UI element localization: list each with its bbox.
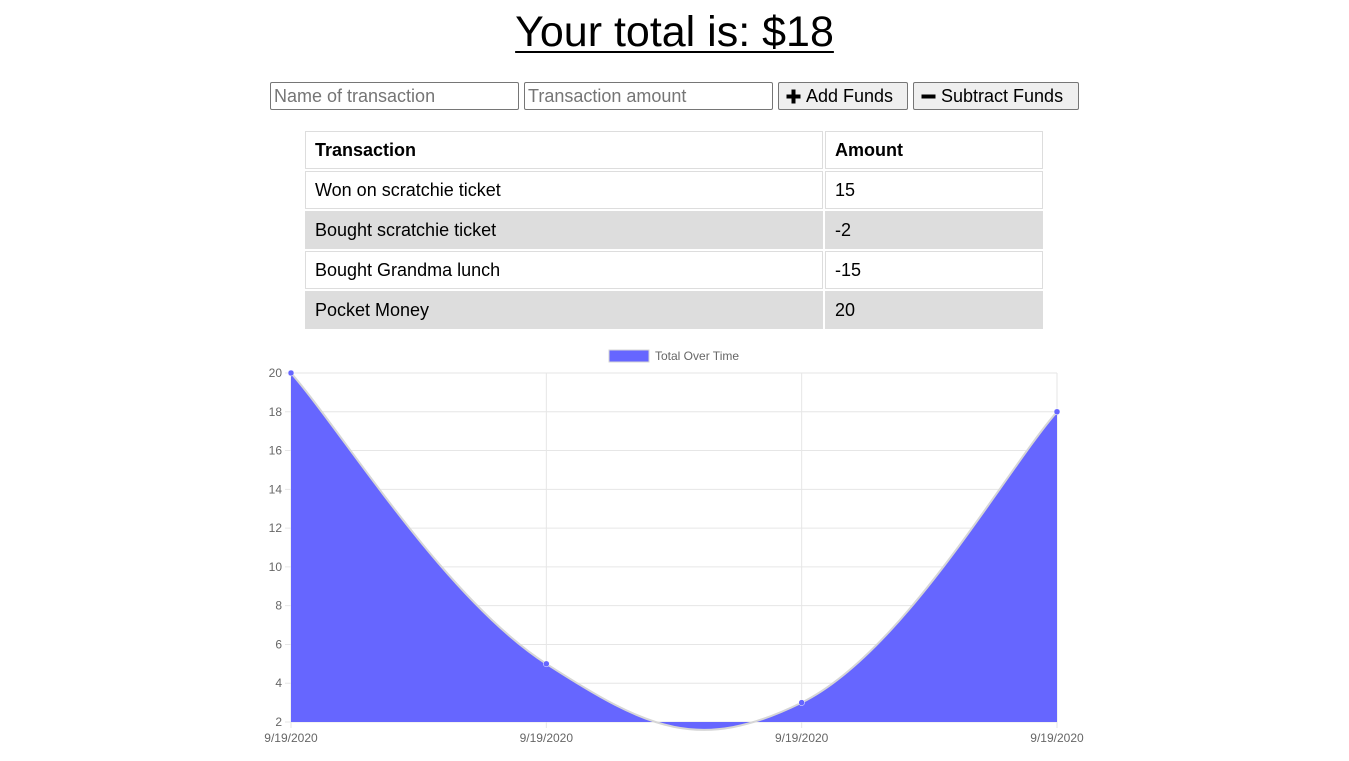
total-text: Your total is: $18 bbox=[515, 8, 834, 56]
legend-swatch bbox=[608, 349, 650, 363]
transaction-name-cell: Won on scratchie ticket bbox=[305, 171, 823, 209]
series-area bbox=[291, 373, 1057, 730]
chart-canvas: 2 4 6 8 10 12 14 16 18 20 9/19/2020 9/19/2020 9/19/2… bbox=[264, 349, 1084, 745]
table-row: Pocket Money 20 bbox=[305, 291, 1043, 329]
y-tick-label: 8 bbox=[275, 599, 282, 613]
add-funds-button[interactable]: Add Funds bbox=[778, 82, 908, 110]
transaction-name-cell: Bought scratchie ticket bbox=[305, 211, 823, 249]
page-title: Your total is: $18 bbox=[0, 6, 1349, 58]
data-point bbox=[287, 369, 295, 377]
transaction-amount-cell: 20 bbox=[825, 291, 1043, 329]
y-tick-label: 14 bbox=[269, 482, 283, 496]
y-tick-label: 12 bbox=[269, 521, 283, 535]
y-tick-label: 18 bbox=[269, 405, 283, 419]
data-point bbox=[798, 699, 805, 706]
data-point bbox=[543, 660, 550, 668]
table-header-row: Transaction Amount bbox=[305, 131, 1043, 169]
transaction-amount-input[interactable] bbox=[524, 82, 773, 110]
x-tick-label: 9/19/2020 bbox=[264, 731, 318, 745]
y-tick-label: 16 bbox=[269, 444, 283, 458]
transaction-name-input[interactable] bbox=[270, 82, 519, 110]
transaction-amount-cell: -2 bbox=[825, 211, 1043, 249]
table-row: Bought Grandma lunch -15 bbox=[305, 251, 1043, 289]
add-funds-label: Add Funds bbox=[806, 85, 894, 106]
y-tick-label: 10 bbox=[269, 560, 283, 574]
table-row: Bought scratchie ticket -2 bbox=[305, 211, 1043, 249]
minus-icon bbox=[921, 89, 936, 104]
header-transaction: Transaction bbox=[305, 131, 823, 169]
y-tick-label: 4 bbox=[275, 676, 282, 690]
x-tick-label: 9/19/2020 bbox=[1030, 731, 1084, 745]
transaction-name-cell: Bought Grandma lunch bbox=[305, 251, 823, 289]
subtract-funds-button[interactable]: Subtract Funds bbox=[913, 82, 1079, 110]
transactions-table: Transaction Amount Won on scratchie tick… bbox=[303, 129, 1045, 331]
y-tick-label: 6 bbox=[275, 637, 282, 651]
transaction-name-cell: Pocket Money bbox=[305, 291, 823, 329]
table-row: Won on scratchie ticket 15 bbox=[305, 171, 1043, 209]
x-tick-label: 9/19/2020 bbox=[520, 731, 574, 745]
y-tick-label: 20 bbox=[269, 366, 283, 380]
transaction-amount-cell: 15 bbox=[825, 171, 1043, 209]
total-over-time-chart: 2 4 6 8 10 12 14 16 18 20 9/19/2020 9/19/2020 9/19/2… bbox=[240, 343, 1110, 753]
x-tick-label: 9/19/2020 bbox=[775, 731, 829, 745]
data-point bbox=[1053, 408, 1061, 416]
subtract-funds-label: Subtract Funds bbox=[941, 85, 1064, 106]
header-amount: Amount bbox=[825, 131, 1043, 169]
y-tick-label: 2 bbox=[275, 715, 282, 729]
transaction-amount-cell: -15 bbox=[825, 251, 1043, 289]
plus-icon bbox=[786, 89, 801, 104]
legend-label: Total Over Time bbox=[655, 349, 739, 363]
